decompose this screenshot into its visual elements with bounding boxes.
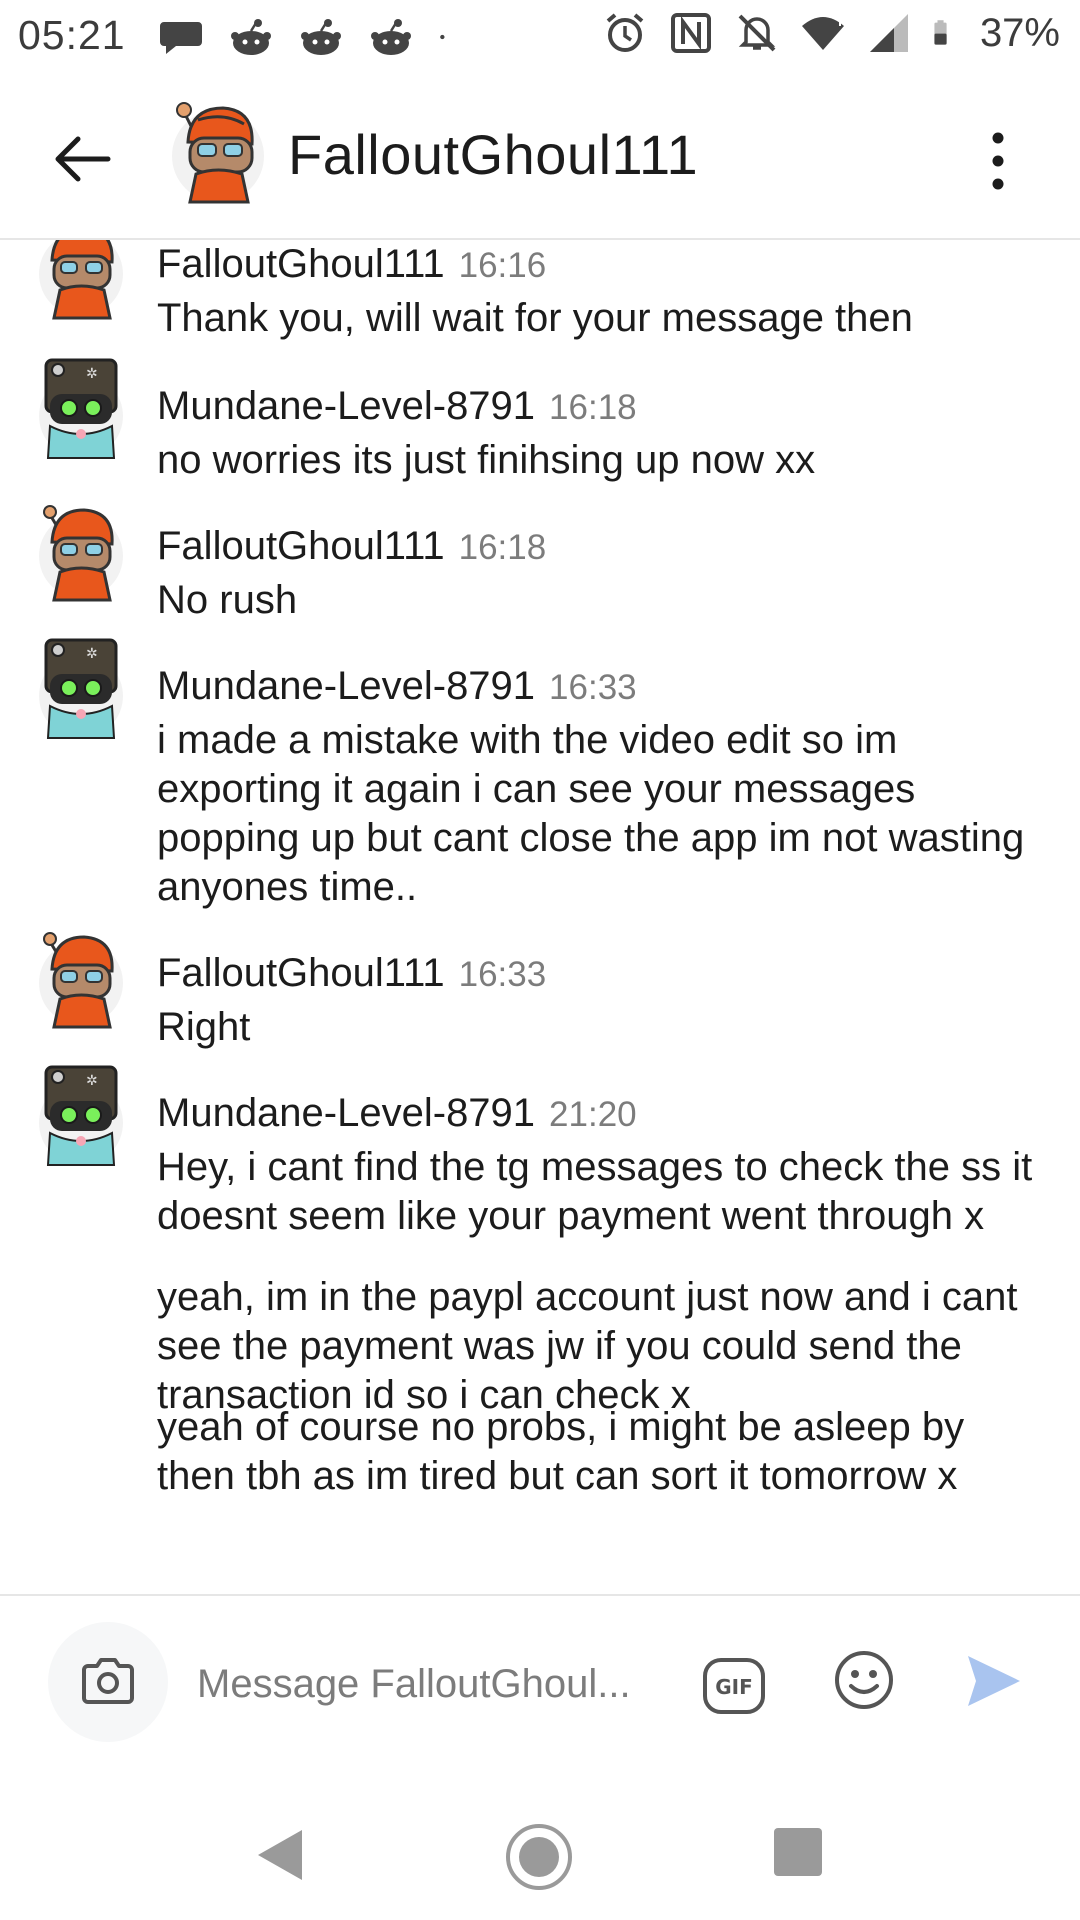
- message-author[interactable]: Mundane-Level-8791: [157, 664, 535, 709]
- reddit-snoo-icon: [231, 19, 271, 55]
- battery-percent: 37%: [979, 10, 1060, 55]
- message-text: Thank you, will wait for your message th…: [157, 296, 913, 340]
- emoji-icon[interactable]: [832, 1648, 896, 1712]
- avatar[interactable]: [36, 494, 126, 606]
- battery-icon: [934, 20, 947, 45]
- avatar[interactable]: [36, 921, 126, 1033]
- message-author[interactable]: FalloutGhoul111: [157, 242, 445, 287]
- system-navbar: [0, 1764, 1080, 1920]
- more-vertical-icon[interactable]: [978, 126, 1018, 196]
- message-input[interactable]: [195, 1648, 659, 1720]
- message-text: no worries its just finihsing up now xx: [157, 438, 816, 482]
- message-timestamp: 16:18: [458, 528, 547, 567]
- reddit-snoo-icon: [371, 19, 411, 55]
- message-header: FalloutGhoul111 16:33: [157, 951, 546, 996]
- message-timestamp: 16:18: [549, 388, 637, 427]
- svg-text:GIF: GIF: [715, 1675, 753, 1699]
- message-author[interactable]: Mundane-Level-8791: [157, 1091, 535, 1136]
- message-text: Right: [157, 1005, 251, 1049]
- avatar[interactable]: [36, 240, 126, 324]
- nav-back-icon[interactable]: [254, 1826, 306, 1884]
- alarm-icon: [606, 13, 644, 52]
- message-text: i made a mistake with the video edit so …: [157, 718, 1025, 909]
- back-arrow-icon[interactable]: [48, 124, 118, 194]
- message-text: Hey, i cant find the tg messages to chec…: [157, 1145, 1033, 1238]
- message-timestamp: 16:33: [458, 955, 547, 994]
- chat-header: FalloutGhoul111: [0, 76, 1080, 240]
- gif-icon[interactable]: GIF: [700, 1652, 768, 1720]
- nfc-icon: [670, 13, 711, 53]
- camera-button[interactable]: [48, 1622, 168, 1742]
- avatar[interactable]: ✲: [36, 354, 126, 466]
- message-header: FalloutGhoul111 16:16: [157, 242, 546, 287]
- nav-home-icon[interactable]: [504, 1822, 574, 1892]
- message-author[interactable]: Mundane-Level-8791: [157, 384, 535, 429]
- message-text: No rush: [157, 578, 298, 622]
- svg-text:✲: ✲: [86, 646, 98, 662]
- reddit-snoo-icon: [301, 19, 341, 55]
- message-header: FalloutGhoul111 16:18: [157, 524, 546, 569]
- message-text: yeah of course no probs, i might be asle…: [157, 1405, 965, 1498]
- send-icon[interactable]: [962, 1650, 1024, 1712]
- wifi-icon: [801, 13, 845, 50]
- message-header: Mundane-Level-8791 16:33: [157, 664, 637, 709]
- message-header: Mundane-Level-8791 21:20: [157, 1091, 637, 1136]
- message-text: yeah, im in the paypl account just now a…: [157, 1275, 1018, 1417]
- more-dot-icon: [440, 34, 445, 40]
- chat-bubble-icon: [160, 22, 202, 54]
- avatar[interactable]: [168, 90, 268, 208]
- mute-icon: [738, 14, 776, 52]
- message-author[interactable]: FalloutGhoul111: [157, 951, 445, 996]
- status-bar: 05:21 37%: [0, 0, 1080, 74]
- message-list[interactable]: FalloutGhoul111 16:16 Thank you, will wa…: [0, 240, 1080, 1592]
- nav-recent-icon[interactable]: [774, 1828, 822, 1876]
- avatar[interactable]: ✲: [36, 1061, 126, 1173]
- svg-text:✲: ✲: [86, 366, 98, 382]
- message-timestamp: 16:33: [549, 668, 637, 707]
- message-author[interactable]: FalloutGhoul111: [157, 524, 445, 569]
- status-time: 05:21: [18, 12, 126, 58]
- message-timestamp: 16:16: [458, 246, 547, 285]
- message-composer: GIF: [0, 1594, 1080, 1766]
- system-icons: 37%: [602, 10, 1080, 56]
- camera-icon: [82, 1658, 134, 1704]
- signal-icon: [869, 14, 908, 52]
- message-header: Mundane-Level-8791 16:18: [157, 384, 637, 429]
- page-title[interactable]: FalloutGhoul111: [288, 122, 698, 187]
- message-timestamp: 21:20: [549, 1095, 637, 1134]
- avatar[interactable]: ✲: [36, 634, 126, 746]
- notification-icons: [158, 14, 458, 60]
- svg-text:✲: ✲: [86, 1073, 98, 1089]
